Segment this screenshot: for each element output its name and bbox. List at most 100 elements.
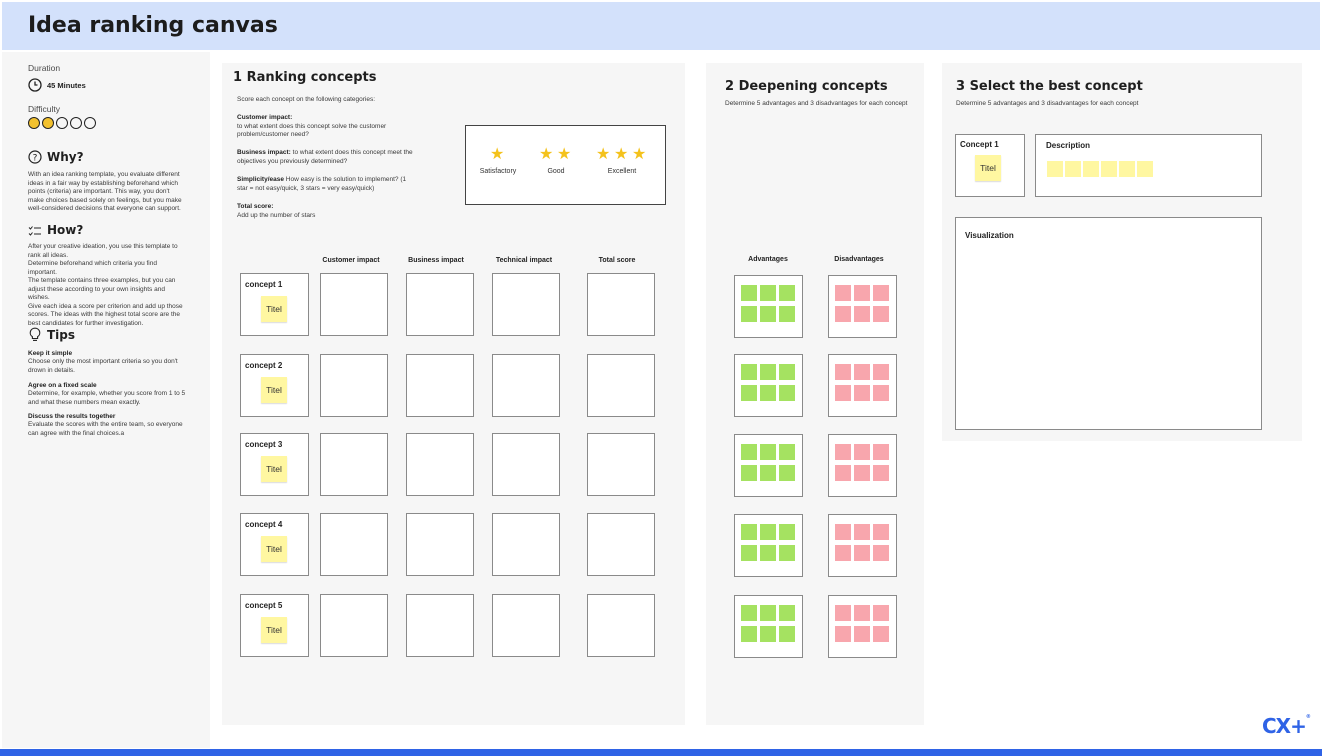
advantage-sticky[interactable] [760,385,776,401]
advantage-sticky[interactable] [760,444,776,460]
disadvantage-sticky[interactable] [854,285,870,301]
description-sticky[interactable] [1083,161,1099,177]
advantage-sticky[interactable] [779,545,795,561]
score-cell[interactable] [406,513,474,576]
concept-label: concept 5 [245,601,283,610]
score-cell[interactable] [492,354,560,417]
disadvantage-sticky[interactable] [873,285,889,301]
disadvantage-sticky[interactable] [873,605,889,621]
score-cell[interactable] [587,273,655,336]
disadvantage-sticky[interactable] [873,465,889,481]
score-cell[interactable] [320,354,388,417]
advantage-sticky[interactable] [741,465,757,481]
concept-sticky[interactable]: Titel [261,617,287,643]
visualization-box[interactable] [955,217,1262,430]
disadvantage-sticky[interactable] [835,444,851,460]
advantage-sticky[interactable] [760,364,776,380]
advantage-sticky[interactable] [779,306,795,322]
disadvantage-sticky[interactable] [873,626,889,642]
disadvantage-sticky[interactable] [835,545,851,561]
disadvantage-sticky[interactable] [835,524,851,540]
description-sticky[interactable] [1137,161,1153,177]
score-cell[interactable] [406,594,474,657]
advantage-sticky[interactable] [741,444,757,460]
disadvantage-sticky[interactable] [835,385,851,401]
score-cell[interactable] [406,433,474,496]
advantage-sticky[interactable] [760,306,776,322]
advantage-sticky[interactable] [741,524,757,540]
disadvantage-sticky[interactable] [873,524,889,540]
score-cell[interactable] [320,433,388,496]
score-cell[interactable] [587,354,655,417]
disadvantage-sticky[interactable] [873,364,889,380]
disadvantage-sticky[interactable] [835,605,851,621]
advantage-sticky[interactable] [741,285,757,301]
score-cell[interactable] [587,594,655,657]
advantage-sticky[interactable] [741,605,757,621]
concept-sticky[interactable]: Titel [261,296,287,322]
disadvantage-sticky[interactable] [835,364,851,380]
score-cell[interactable] [320,513,388,576]
deepening-subtitle: Determine 5 advantages and 3 disadvantag… [725,100,908,107]
advantage-sticky[interactable] [741,364,757,380]
disadvantage-sticky[interactable] [835,626,851,642]
disadvantage-sticky[interactable] [873,545,889,561]
selected-concept-sticky[interactable]: Titel [975,155,1001,181]
criterion-simplicity: Simplicity/ease How easy is the solution… [237,176,407,192]
advantage-sticky[interactable] [760,285,776,301]
score-cell[interactable] [492,594,560,657]
concept-sticky[interactable]: Titel [261,456,287,482]
advantage-sticky[interactable] [760,605,776,621]
score-cell[interactable] [492,273,560,336]
score-cell[interactable] [406,273,474,336]
advantage-sticky[interactable] [779,285,795,301]
disadvantage-sticky[interactable] [854,605,870,621]
advantage-sticky[interactable] [760,545,776,561]
score-cell[interactable] [587,513,655,576]
disadvantage-sticky[interactable] [854,545,870,561]
header-bar: Idea ranking canvas [2,2,1320,50]
disadvantage-sticky[interactable] [854,385,870,401]
advantage-sticky[interactable] [760,524,776,540]
advantage-sticky[interactable] [779,524,795,540]
ranking-title: 1 Ranking concepts [233,70,377,85]
concept-sticky[interactable]: Titel [261,377,287,403]
disadvantage-sticky[interactable] [854,364,870,380]
advantage-sticky[interactable] [779,465,795,481]
legend-label: Good [547,168,565,175]
advantage-sticky[interactable] [779,626,795,642]
score-cell[interactable] [320,594,388,657]
disadvantage-sticky[interactable] [854,465,870,481]
disadvantage-sticky[interactable] [873,306,889,322]
score-cell[interactable] [492,433,560,496]
score-cell[interactable] [587,433,655,496]
disadvantage-sticky[interactable] [854,626,870,642]
disadvantage-sticky[interactable] [873,385,889,401]
disadvantage-sticky[interactable] [835,306,851,322]
advantage-sticky[interactable] [741,385,757,401]
advantage-sticky[interactable] [779,364,795,380]
disadvantage-sticky[interactable] [854,306,870,322]
score-cell[interactable] [320,273,388,336]
advantage-sticky[interactable] [779,385,795,401]
score-cell[interactable] [406,354,474,417]
disadvantage-sticky[interactable] [873,444,889,460]
description-sticky[interactable] [1047,161,1063,177]
disadvantage-sticky[interactable] [835,285,851,301]
description-sticky[interactable] [1101,161,1117,177]
advantage-sticky[interactable] [779,444,795,460]
description-sticky[interactable] [1119,161,1135,177]
disadvantage-sticky[interactable] [854,524,870,540]
advantage-sticky[interactable] [779,605,795,621]
advantage-sticky[interactable] [741,306,757,322]
disadvantage-sticky[interactable] [854,444,870,460]
advantage-sticky[interactable] [760,626,776,642]
score-cell[interactable] [492,513,560,576]
criterion-customer-impact: Customer impact: to what extent does this… [237,114,387,138]
advantage-sticky[interactable] [741,545,757,561]
description-sticky[interactable] [1065,161,1081,177]
advantage-sticky[interactable] [741,626,757,642]
advantage-sticky[interactable] [760,465,776,481]
concept-sticky[interactable]: Titel [261,536,287,562]
disadvantage-sticky[interactable] [835,465,851,481]
